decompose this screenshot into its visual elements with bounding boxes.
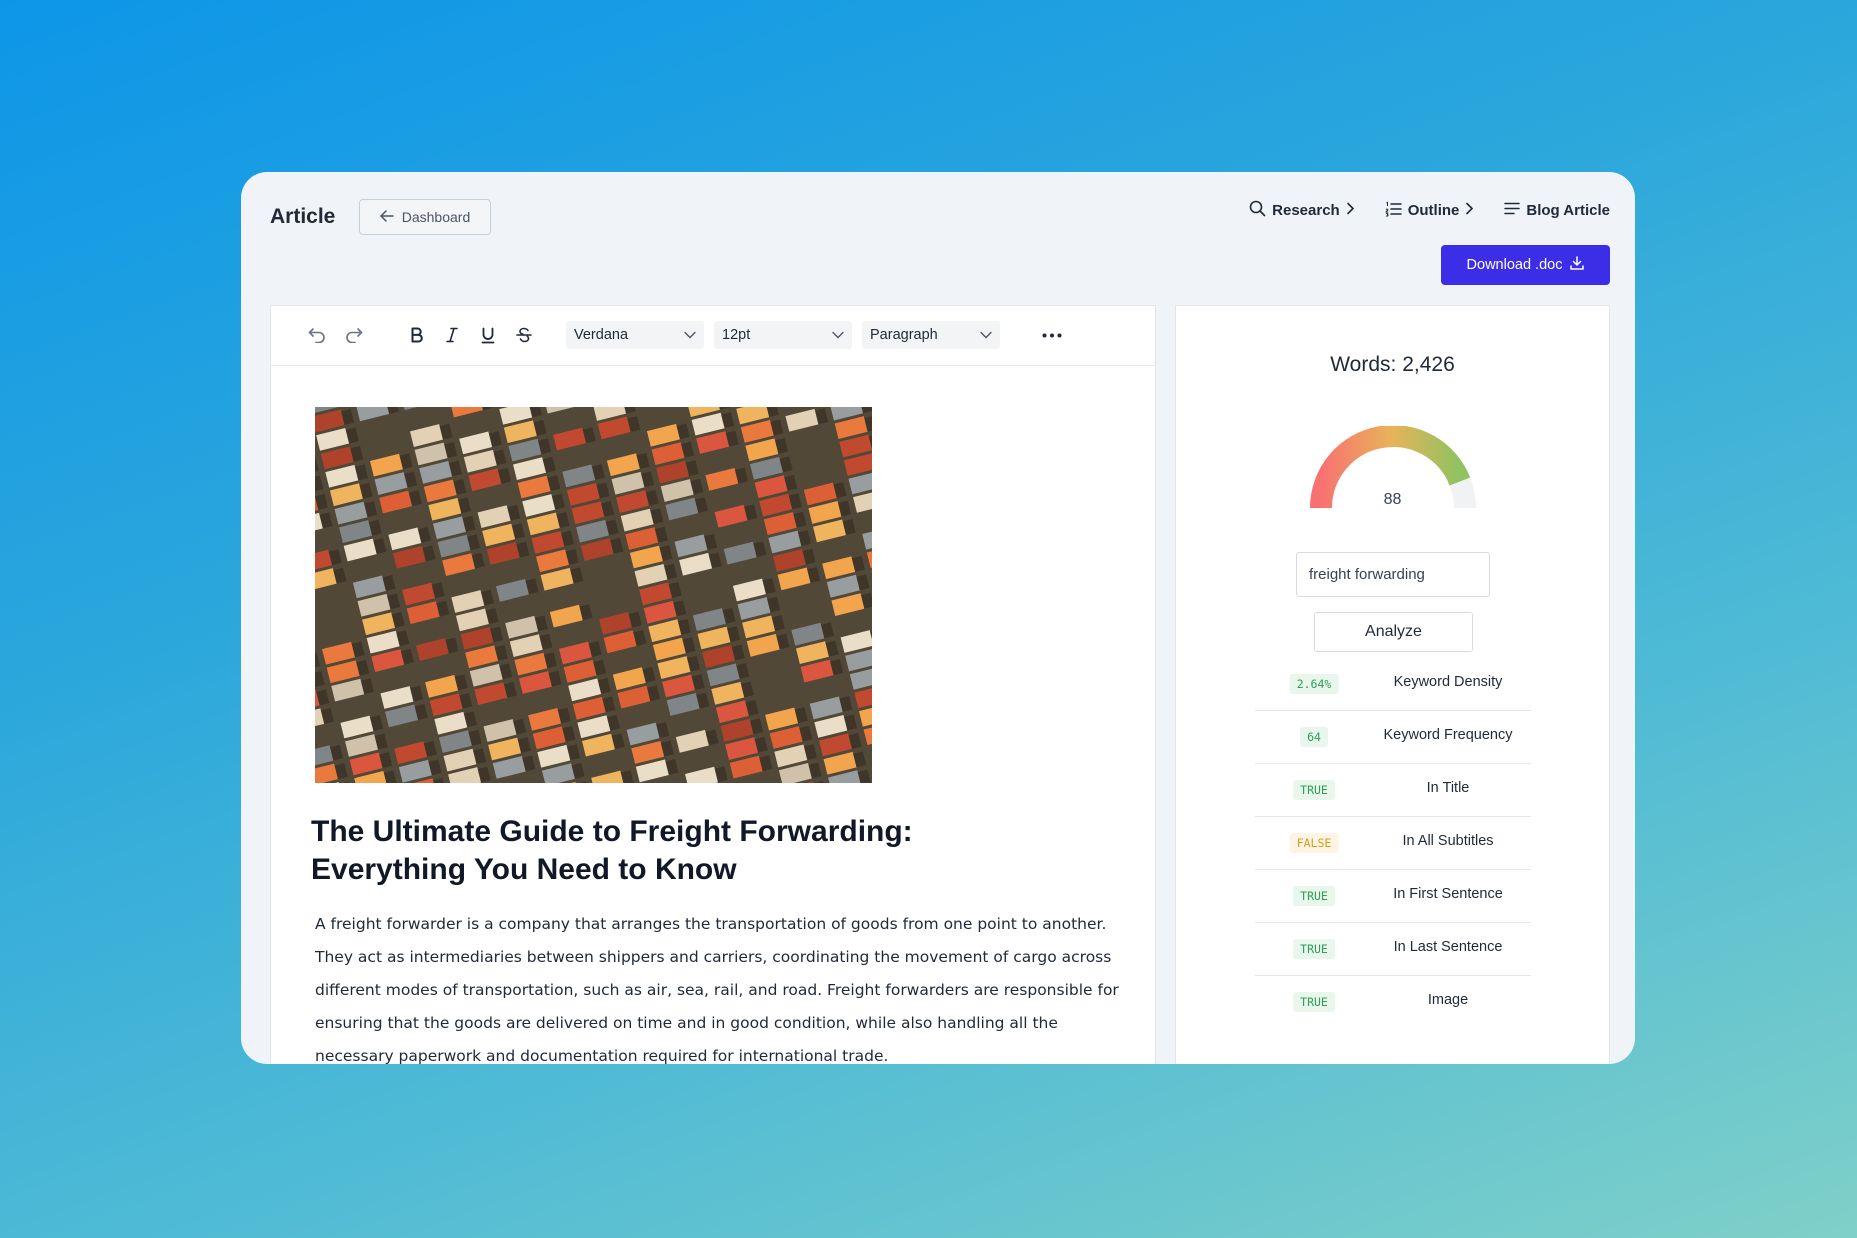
keyword-input[interactable] bbox=[1296, 552, 1490, 597]
step-outline-label: Outline bbox=[1407, 202, 1460, 219]
status-badge: 2.64% bbox=[1289, 674, 1339, 694]
status-badge: FALSE bbox=[1289, 833, 1339, 853]
status-badge: 64 bbox=[1300, 727, 1328, 747]
step-outline[interactable]: Outline bbox=[1385, 201, 1475, 221]
status-badge: TRUE bbox=[1293, 780, 1335, 800]
seo-analysis-panel: Words: 2,426 88 Analyze 2.64% Keyword bbox=[1175, 305, 1610, 1064]
editor-toolbar: Verdana 12pt Paragraph bbox=[271, 306, 1155, 366]
article-image bbox=[315, 407, 872, 783]
search-icon bbox=[1249, 200, 1266, 221]
chevron-down-icon bbox=[980, 327, 992, 343]
metric-label: In First Sentence bbox=[1393, 886, 1503, 902]
metric-label: In All Subtitles bbox=[1402, 833, 1494, 849]
block-format-select[interactable]: Paragraph bbox=[862, 321, 1000, 349]
metric-keyword-density: 2.64% Keyword Density bbox=[1255, 658, 1531, 711]
article-body: A freight forwarder is a company that ar… bbox=[315, 915, 1119, 1064]
metric-label: Keyword Frequency bbox=[1383, 727, 1513, 743]
download-label: Download .doc bbox=[1466, 257, 1563, 273]
score-value: 88 bbox=[1383, 491, 1402, 508]
back-button-label: Dashboard bbox=[401, 209, 471, 225]
analyze-button[interactable]: Analyze bbox=[1314, 612, 1473, 652]
back-to-dashboard-button[interactable]: Dashboard bbox=[359, 199, 491, 235]
top-bar: Article Dashboard Research Outline Blog … bbox=[241, 172, 1635, 302]
word-count: Words: 2,426 bbox=[1330, 353, 1455, 376]
status-badge: TRUE bbox=[1293, 992, 1335, 1012]
block-format-value: Paragraph bbox=[870, 327, 938, 343]
underline-icon[interactable] bbox=[476, 320, 500, 350]
download-icon bbox=[1570, 256, 1585, 274]
download-doc-button[interactable]: Download .doc bbox=[1441, 245, 1610, 285]
chevron-down-icon bbox=[684, 327, 696, 343]
metric-in-all-subtitles: FALSE In All Subtitles bbox=[1255, 817, 1531, 870]
strikethrough-icon[interactable] bbox=[512, 320, 536, 350]
article-editor: Verdana 12pt Paragraph The Ultimate Guid… bbox=[270, 305, 1156, 1064]
redo-icon[interactable] bbox=[342, 320, 366, 350]
menu-lines-icon bbox=[1504, 202, 1521, 219]
metric-label: Keyword Density bbox=[1393, 674, 1503, 690]
status-badge: TRUE bbox=[1293, 939, 1335, 959]
step-blog-article[interactable]: Blog Article bbox=[1504, 202, 1610, 219]
metric-keyword-frequency: 64 Keyword Frequency bbox=[1255, 711, 1531, 764]
more-options-icon[interactable] bbox=[1039, 320, 1065, 350]
list-ordered-icon bbox=[1385, 201, 1402, 221]
metric-in-first-sentence: TRUE In First Sentence bbox=[1255, 870, 1531, 923]
metric-label: In Title bbox=[1426, 780, 1470, 796]
article-title: The Ultimate Guide to Freight Forwarding… bbox=[311, 815, 913, 886]
font-family-value: Verdana bbox=[574, 327, 629, 343]
chevron-right-icon bbox=[1465, 202, 1474, 219]
arrow-left-icon bbox=[380, 209, 394, 225]
font-size-value: 12pt bbox=[722, 327, 751, 343]
metric-in-last-sentence: TRUE In Last Sentence bbox=[1255, 923, 1531, 976]
font-size-select[interactable]: 12pt bbox=[714, 321, 852, 349]
editor-content[interactable]: The Ultimate Guide to Freight Forwarding… bbox=[271, 365, 1155, 1064]
bold-icon[interactable] bbox=[405, 320, 429, 350]
metric-label: Image bbox=[1427, 992, 1469, 1008]
page-title: Article bbox=[270, 205, 336, 228]
status-badge: TRUE bbox=[1293, 886, 1335, 906]
italic-icon[interactable] bbox=[440, 320, 464, 350]
undo-icon[interactable] bbox=[305, 320, 329, 350]
app-window: Article Dashboard Research Outline Blog … bbox=[241, 172, 1635, 1064]
metric-label: In Last Sentence bbox=[1393, 939, 1503, 955]
step-blog-article-label: Blog Article bbox=[1526, 202, 1610, 219]
chevron-down-icon bbox=[832, 327, 844, 343]
metric-image: TRUE Image bbox=[1255, 976, 1531, 1028]
step-research[interactable]: Research bbox=[1249, 200, 1355, 221]
metrics-list: 2.64% Keyword Density 64 Keyword Frequen… bbox=[1255, 658, 1531, 1028]
workflow-steps: Research Outline Blog Article bbox=[1249, 200, 1610, 221]
chevron-right-icon bbox=[1346, 202, 1355, 219]
step-research-label: Research bbox=[1272, 202, 1340, 219]
font-family-select[interactable]: Verdana bbox=[566, 321, 704, 349]
metric-in-title: TRUE In Title bbox=[1255, 764, 1531, 817]
